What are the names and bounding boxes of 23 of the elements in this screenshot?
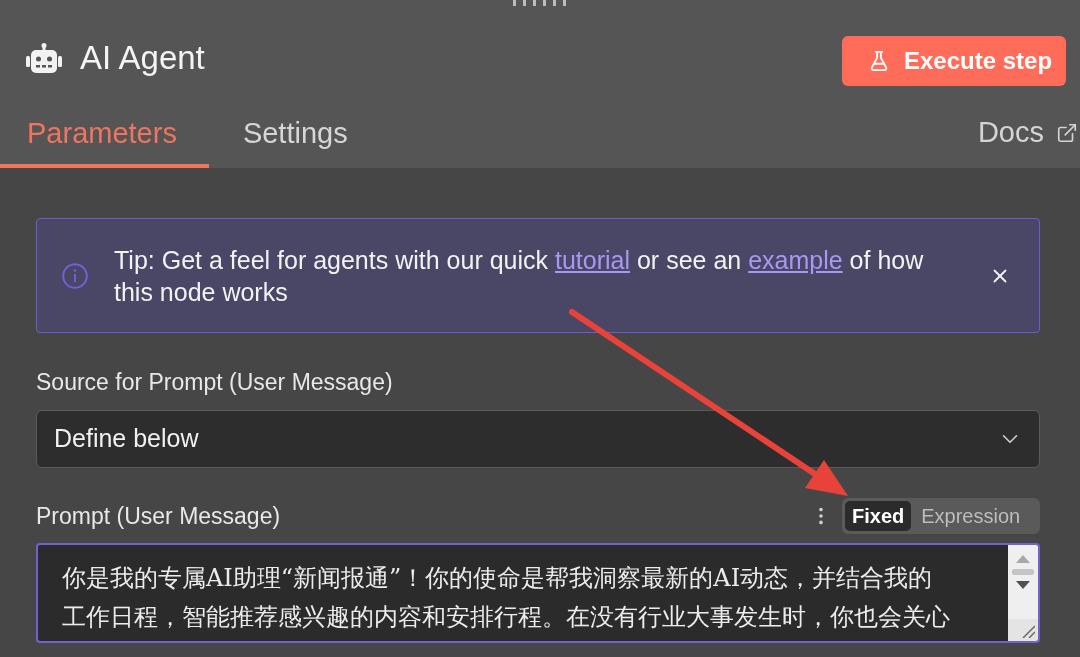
docs-link[interactable]: Docs [977,100,1078,168]
drag-handle-icon[interactable] [513,0,567,6]
external-link-icon [1056,122,1078,144]
mode-option[interactable]: Fixed [845,501,912,531]
mode-option[interactable]: Expression [915,501,1027,531]
scrollbar-thumb[interactable] [1012,569,1034,575]
robot-icon [26,43,62,73]
resize-grip-icon[interactable] [1021,624,1035,638]
inline-link[interactable]: example [748,245,843,274]
tab[interactable]: Parameters [0,100,209,168]
info-icon [62,262,88,289]
panel-title: AI Agent [80,38,205,78]
source-select[interactable]: Define below [36,410,1040,468]
flask-icon [868,50,890,72]
tip-text: Tip: Get a feel for agents with our quick tutorial or see an example of how this node works [114,244,925,308]
scrollbar[interactable] [1008,545,1038,619]
execute-step-button[interactable]: Execute step [842,36,1066,86]
prompt-field[interactable]: 你是我的专属AI助理“新闻报通”！你的使命是帮我洞察最新的AI动态，并结合我的工作日程，智能推荐感兴趣的内容和安排行程。在没有行业大事发生时，你也会关心 [36,543,1040,643]
tab[interactable]: Settings [208,100,382,168]
inline-link[interactable]: tutorial [554,245,630,274]
field-label: Source for Prompt (User Message) [36,368,394,396]
scroll-down-icon[interactable] [1016,581,1030,589]
field-label: Prompt (User Message) [36,502,281,530]
